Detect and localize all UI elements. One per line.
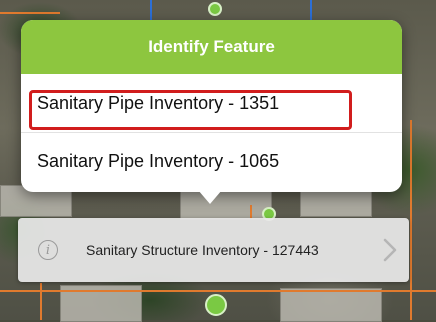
building-roof — [280, 288, 382, 322]
manhole-node[interactable] — [205, 294, 227, 316]
sewer-pipe[interactable] — [0, 12, 60, 14]
feature-callout[interactable]: i Sanitary Structure Inventory - 127443 — [18, 218, 409, 282]
result-item[interactable]: Sanitary Pipe Inventory - 1065 — [21, 132, 402, 190]
popover-header: Identify Feature — [21, 20, 402, 74]
chevron-right-icon[interactable] — [383, 238, 397, 262]
sewer-pipe[interactable] — [250, 205, 252, 219]
callout-label: Sanitary Structure Inventory - 127443 — [86, 242, 319, 258]
sewer-pipe[interactable] — [40, 283, 42, 320]
popover-arrow — [198, 190, 222, 204]
sewer-pipe[interactable] — [0, 290, 436, 292]
building-roof — [180, 190, 272, 220]
info-circle-icon[interactable]: i — [38, 240, 58, 260]
identify-feature-popover: Identify Feature Sanitary Pipe Inventory… — [21, 20, 402, 192]
result-item-label: Sanitary Pipe Inventory - 1065 — [37, 151, 280, 171]
water-line[interactable] — [310, 0, 312, 20]
result-item[interactable]: Sanitary Pipe Inventory - 1351 — [21, 74, 402, 132]
result-item-label: Sanitary Pipe Inventory - 1351 — [37, 92, 280, 113]
manhole-node[interactable] — [208, 2, 222, 16]
popover-title: Identify Feature — [148, 37, 275, 56]
water-line[interactable] — [150, 0, 152, 20]
sewer-pipe[interactable] — [410, 120, 412, 320]
